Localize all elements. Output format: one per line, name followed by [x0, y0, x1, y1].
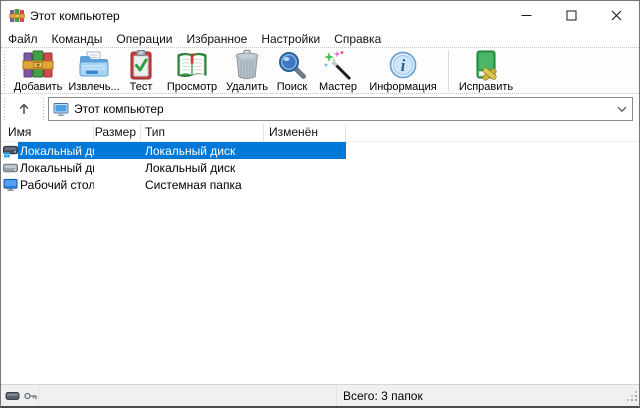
- info-button-label: Информация: [369, 81, 436, 93]
- table-row[interactable]: Локальный дис... Локальный диск: [1, 159, 639, 176]
- wizard-icon: [322, 49, 354, 81]
- menu-bar: Файл Команды Операции Избранное Настройк…: [1, 30, 639, 47]
- menu-file[interactable]: Файл: [1, 31, 45, 47]
- row-type: Системная папка: [141, 178, 264, 192]
- column-header-modified[interactable]: Изменён: [264, 124, 346, 142]
- address-bar: Этот компьютер: [1, 94, 639, 124]
- test-button-label: Тест: [130, 81, 153, 93]
- minimize-icon: [521, 10, 532, 21]
- find-button[interactable]: Поиск: [271, 48, 313, 93]
- table-row[interactable]: Рабочий стол Системная папка: [1, 176, 639, 193]
- maximize-icon: [566, 10, 577, 21]
- wizard-button[interactable]: Мастер: [313, 48, 363, 93]
- wizard-button-label: Мастер: [319, 81, 357, 93]
- menu-tools[interactable]: Операции: [109, 31, 179, 47]
- maximize-button[interactable]: [549, 1, 594, 30]
- delete-button[interactable]: Удалить: [223, 48, 271, 93]
- menu-help[interactable]: Справка: [327, 31, 388, 47]
- menu-commands[interactable]: Команды: [45, 31, 110, 47]
- row-name: Локальный дис...: [18, 161, 94, 175]
- computer-icon: [53, 101, 69, 117]
- close-button[interactable]: [594, 1, 639, 30]
- row-name: Рабочий стол: [18, 178, 94, 192]
- add-archive-icon: [22, 49, 54, 81]
- list-header: Имя Размер Тип Изменён: [1, 124, 639, 142]
- winrar-logo-icon: [9, 8, 25, 24]
- resize-grip[interactable]: [626, 390, 638, 405]
- selected-row-highlight[interactable]: Локальный дис... Локальный диск: [18, 142, 346, 159]
- info-icon: i: [387, 49, 419, 81]
- desktop-icon: [1, 177, 18, 192]
- view-button-label: Просмотр: [167, 81, 217, 93]
- row-name: Локальный дис...: [18, 144, 94, 158]
- toolbar-separator: [448, 51, 449, 91]
- menu-favorites[interactable]: Избранное: [180, 31, 255, 47]
- close-icon: [611, 10, 622, 21]
- status-bar: Всего: 3 папок: [1, 384, 639, 406]
- info-button[interactable]: i Информация: [363, 48, 443, 93]
- hard-drive-icon: [1, 160, 18, 175]
- address-gripper-combo[interactable]: [42, 98, 46, 120]
- test-button[interactable]: Тест: [121, 48, 161, 93]
- chevron-down-icon[interactable]: [612, 98, 632, 120]
- status-pane-message: [39, 385, 337, 406]
- column-header-type[interactable]: Тип: [141, 124, 264, 142]
- repair-button-label: Исправить: [459, 81, 513, 93]
- status-pane-total: Всего: 3 папок: [337, 385, 639, 406]
- key-icon[interactable]: [23, 391, 38, 401]
- window-title: Этот компьютер: [30, 9, 504, 23]
- repair-button[interactable]: Исправить: [454, 48, 518, 93]
- table-row[interactable]: Локальный дис... Локальный диск: [1, 142, 639, 159]
- drive-icon[interactable]: [5, 391, 20, 401]
- title-bar[interactable]: Этот компьютер: [1, 1, 639, 30]
- column-header-name[interactable]: Имя: [1, 124, 94, 142]
- up-arrow-icon: [17, 102, 31, 116]
- address-value: Этот компьютер: [74, 102, 612, 116]
- up-one-level-button[interactable]: [9, 97, 39, 121]
- add-button[interactable]: Добавить: [9, 48, 67, 93]
- find-button-label: Поиск: [277, 81, 307, 93]
- add-button-label: Добавить: [14, 81, 63, 93]
- delete-icon: [231, 49, 263, 81]
- view-button[interactable]: Просмотр: [161, 48, 223, 93]
- extract-button[interactable]: Извлечь...: [67, 48, 121, 93]
- toolbar: Добавить Извлечь...: [1, 47, 639, 94]
- row-type: Локальный диск: [141, 144, 264, 158]
- menu-options[interactable]: Настройки: [254, 31, 327, 47]
- file-list[interactable]: Локальный дис... Локальный диск Локальны…: [1, 142, 639, 384]
- sort-ascending-icon: [21, 124, 30, 140]
- row-type: Локальный диск: [141, 161, 264, 175]
- address-combo[interactable]: Этот компьютер: [48, 97, 633, 121]
- status-total-text: Всего: 3 папок: [343, 389, 423, 403]
- status-pane-icons: [1, 385, 39, 406]
- delete-button-label: Удалить: [226, 81, 268, 93]
- view-icon: [176, 49, 208, 81]
- system-drive-icon: [1, 143, 18, 158]
- minimize-button[interactable]: [504, 1, 549, 30]
- extract-button-label: Извлечь...: [68, 81, 119, 93]
- toolbar-gripper[interactable]: [3, 51, 7, 91]
- svg-text:i: i: [401, 56, 406, 75]
- repair-icon: [470, 49, 502, 81]
- test-icon: [125, 49, 157, 81]
- address-gripper-left[interactable]: [3, 98, 7, 120]
- column-header-size[interactable]: Размер: [94, 124, 141, 142]
- extract-icon: [78, 49, 110, 81]
- search-icon: [276, 49, 308, 81]
- winrar-window: Этот компьютер Файл Команды Операции Изб…: [0, 0, 640, 408]
